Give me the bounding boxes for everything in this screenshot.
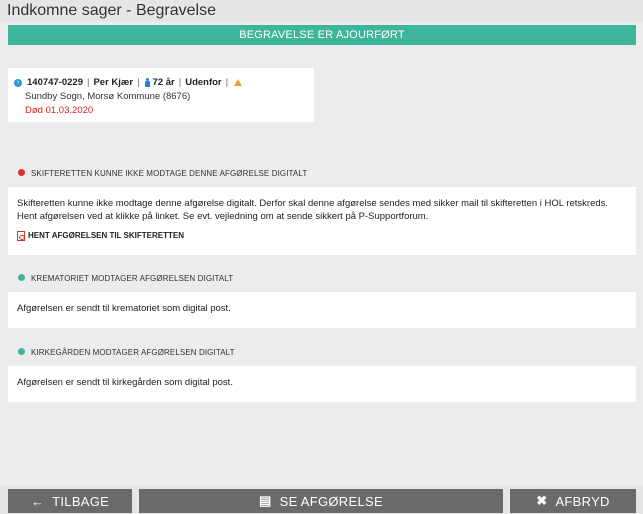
person-id: 140747-0229 [27,77,83,88]
section-body-text: Afgørelsen er sendt til kirkegården som … [17,377,233,388]
arrow-left-icon: ← [30,493,45,509]
section-body-krematoriet: Afgørelsen er sendt til krematoriet som … [8,292,636,328]
expand-arrow-icon[interactable]: › [14,78,22,87]
person-name: Per Kjær [93,77,134,88]
cancel-button-label: AFBRYD [555,493,610,509]
status-banner: BEGRAVELSE ER AJOURFØRT [8,25,636,45]
pdf-document-icon: ▤ [259,493,272,508]
section-heading-text: KREMATORIET MODTAGER AFGØRELSEN DIGITALT [31,274,234,283]
view-decision-label: SE AFGØRELSE [279,493,383,509]
person-age: 72 år [152,77,175,88]
person-parish: Sundby Sogn, Morsø Kommune (8676) [25,91,191,102]
section-heading-krematoriet: KREMATORIET MODTAGER AFGØRELSEN DIGITALT [8,268,636,290]
section-body-text: Skifteretten kunne ikke modtage denne af… [17,198,609,222]
section-heading-text: SKIFTERETTEN KUNNE IKKE MODTAGE DENNE AF… [31,169,308,178]
back-button-label: TILBAGE [52,493,110,509]
section-heading-kirkegaarden: KIRKEGÅRDEN MODTAGER AFGØRELSEN DIGITALT [8,342,636,364]
section-body-text: Afgørelsen er sendt til krematoriet som … [17,303,231,314]
download-skifteret-link[interactable]: HENT AFGØRELSEN TIL SKIFTERETTEN [17,229,184,242]
person-location: Udenfor [185,77,222,88]
person-death-date: Død 01.03.2020 [25,105,94,116]
section-heading-skifteretten: SKIFTERETTEN KUNNE IKKE MODTAGE DENNE AF… [8,163,636,185]
close-icon: ✖ [536,493,548,508]
check-icon [18,348,25,356]
person-icon [144,78,150,87]
separator: | [137,77,140,88]
title-bar: Indkomne sager - Begravelse [0,0,643,22]
section-body-kirkegaarden: Afgørelsen er sendt til kirkegården som … [8,366,636,402]
download-link-label: HENT AFGØRELSEN TIL SKIFTERETTEN [28,231,185,240]
view-decision-button[interactable]: ▤ SE AFGØRELSE [139,489,503,513]
section-body-skifteretten: Skifteretten kunne ikke modtage denne af… [8,187,636,255]
warning-icon [234,79,243,86]
pdf-icon [17,230,25,241]
error-icon [18,169,25,177]
person-card: › 140747-0229 | Per Kjær | 72 år | Udenf… [8,68,314,122]
section-heading-text: KIRKEGÅRDEN MODTAGER AFGØRELSEN DIGITALT [31,348,235,357]
person-summary: › 140747-0229 | Per Kjær | 72 år | Udenf… [14,77,314,88]
separator: | [178,77,182,88]
separator: | [225,77,229,88]
separator: | [87,77,90,88]
page-title: Indkomne sager - Begravelse [7,2,216,19]
check-icon [18,274,25,282]
back-button[interactable]: ← TILBAGE [8,489,132,513]
cancel-button[interactable]: ✖ AFBRYD [510,489,636,513]
